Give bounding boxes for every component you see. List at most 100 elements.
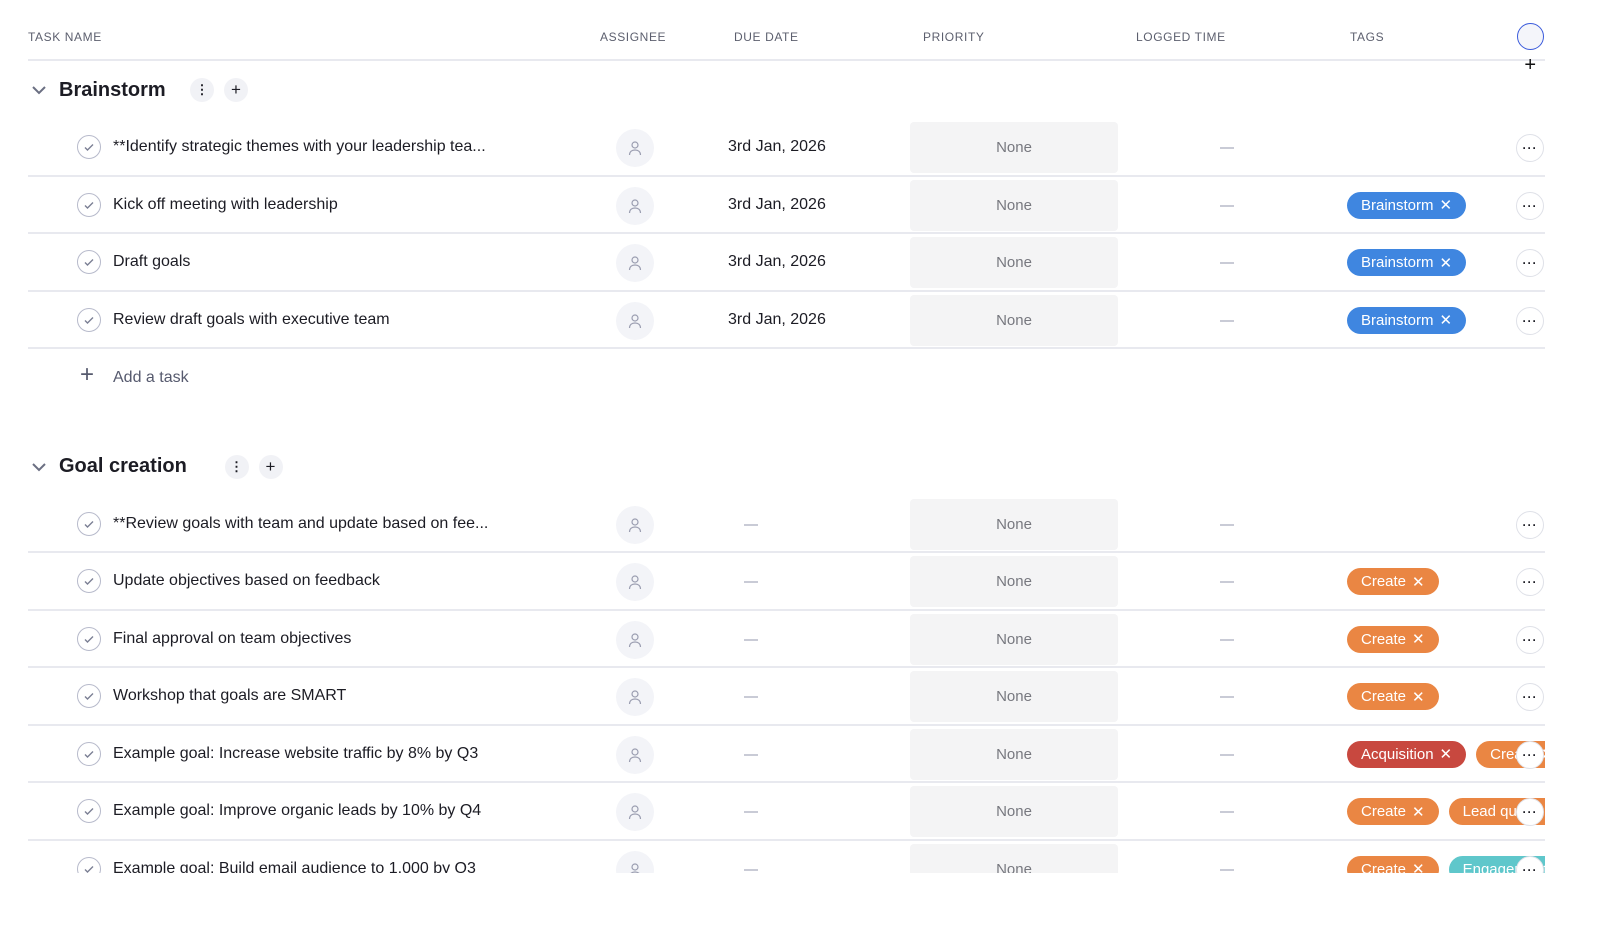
- priority-cell[interactable]: None: [910, 843, 1118, 873]
- due-date-empty[interactable]: [744, 753, 758, 756]
- tag[interactable]: Create ✕: [1347, 683, 1439, 710]
- logged-time-empty[interactable]: [1220, 204, 1234, 207]
- priority-cell[interactable]: None: [910, 786, 1118, 837]
- priority-cell[interactable]: None: [910, 122, 1118, 173]
- table-row[interactable]: Final approval on team objectives None C…: [28, 611, 1545, 668]
- group-options-button[interactable]: ⋮: [224, 454, 249, 479]
- logged-time-empty[interactable]: [1220, 523, 1234, 526]
- tag[interactable]: Brainstorm ✕: [1347, 306, 1467, 334]
- complete-checkbox[interactable]: [77, 192, 101, 217]
- priority-cell[interactable]: None: [910, 498, 1118, 550]
- table-row[interactable]: Example goal: Improve organic leads by 1…: [28, 783, 1545, 841]
- due-date[interactable]: 3rd Jan, 2026: [728, 253, 826, 271]
- complete-checkbox[interactable]: [77, 569, 101, 593]
- task-name[interactable]: **Review goals with team and update base…: [113, 515, 488, 533]
- assignee-avatar[interactable]: [616, 563, 654, 601]
- task-name[interactable]: Draft goals: [113, 253, 190, 271]
- group-add-button[interactable]: +: [258, 454, 283, 479]
- tags-cell[interactable]: Create ✕: [1347, 683, 1439, 710]
- due-date-empty[interactable]: [744, 581, 758, 583]
- priority-cell[interactable]: None: [910, 556, 1118, 607]
- complete-checkbox[interactable]: [77, 626, 101, 651]
- due-date-empty[interactable]: [744, 638, 758, 641]
- row-more-button[interactable]: ···: [1516, 191, 1544, 220]
- task-name[interactable]: Workshop that goals are SMART: [113, 687, 346, 705]
- tag[interactable]: Create ✕: [1347, 625, 1439, 653]
- task-name[interactable]: **Identify strategic themes with your le…: [113, 138, 486, 156]
- logged-time-empty[interactable]: [1220, 581, 1234, 583]
- complete-checkbox[interactable]: [77, 684, 101, 708]
- table-row[interactable]: Example goal: Build email audience to 1,…: [28, 841, 1545, 874]
- tag[interactable]: Brainstorm ✕: [1347, 249, 1467, 276]
- assignee-avatar[interactable]: [616, 244, 654, 282]
- complete-checkbox[interactable]: [77, 741, 101, 766]
- complete-checkbox[interactable]: [77, 856, 101, 873]
- logged-time-empty[interactable]: [1220, 262, 1234, 264]
- remove-tag-icon[interactable]: ✕: [1440, 745, 1453, 763]
- row-more-button[interactable]: ···: [1516, 683, 1544, 711]
- due-date[interactable]: 3rd Jan, 2026: [728, 311, 826, 329]
- table-row[interactable]: Review draft goals with executive team 3…: [28, 292, 1545, 349]
- row-more-button[interactable]: ···: [1516, 798, 1544, 826]
- chevron-down-icon[interactable]: [30, 81, 48, 99]
- due-date-empty[interactable]: [744, 696, 758, 698]
- assignee-avatar[interactable]: [616, 186, 654, 225]
- due-date-empty[interactable]: [744, 811, 758, 813]
- row-more-button[interactable]: ···: [1516, 510, 1544, 539]
- group-title[interactable]: Brainstorm: [59, 79, 166, 102]
- row-more-button[interactable]: ···: [1516, 249, 1544, 277]
- group-add-button[interactable]: +: [224, 78, 248, 102]
- col-assignee[interactable]: ASSIGNEE: [600, 30, 666, 44]
- add-task-button[interactable]: + Add a task: [28, 349, 1545, 407]
- task-name[interactable]: Kick off meeting with leadership: [113, 196, 338, 214]
- tags-cell[interactable]: Create ✕: [1347, 568, 1439, 595]
- col-due-date[interactable]: DUE DATE: [734, 30, 799, 44]
- col-tags[interactable]: TAGS: [1350, 30, 1384, 44]
- row-more-button[interactable]: ···: [1516, 740, 1544, 769]
- due-date-empty[interactable]: [744, 523, 758, 526]
- table-row[interactable]: Kick off meeting with leadership 3rd Jan…: [28, 177, 1545, 234]
- priority-cell[interactable]: None: [910, 237, 1118, 288]
- tag[interactable]: Create ✕: [1347, 568, 1439, 595]
- complete-checkbox[interactable]: [77, 307, 101, 332]
- priority-cell[interactable]: None: [910, 728, 1118, 780]
- logged-time-empty[interactable]: [1220, 696, 1234, 698]
- table-row[interactable]: Update objectives based on feedback None…: [28, 553, 1545, 611]
- due-date[interactable]: 3rd Jan, 2026: [728, 138, 826, 156]
- tag[interactable]: Create ✕: [1347, 855, 1439, 873]
- complete-checkbox[interactable]: [77, 135, 101, 159]
- col-logged-time[interactable]: LOGGED TIME: [1136, 30, 1226, 44]
- col-task-name[interactable]: TASK NAME: [28, 30, 102, 44]
- priority-cell[interactable]: None: [910, 613, 1118, 665]
- due-date-empty[interactable]: [744, 868, 758, 871]
- add-column-button[interactable]: +: [1517, 23, 1544, 76]
- group-options-button[interactable]: ⋮: [190, 78, 214, 102]
- assignee-avatar[interactable]: [616, 620, 654, 659]
- tags-cell[interactable]: Brainstorm ✕: [1347, 249, 1467, 276]
- priority-cell[interactable]: None: [910, 294, 1118, 346]
- task-name[interactable]: Review draft goals with executive team: [113, 311, 390, 329]
- table-row[interactable]: Draft goals 3rd Jan, 2026 None Brainstor…: [28, 234, 1545, 292]
- tags-cell[interactable]: Brainstorm ✕: [1347, 306, 1467, 334]
- remove-tag-icon[interactable]: ✕: [1440, 196, 1453, 214]
- logged-time-empty[interactable]: [1220, 811, 1234, 813]
- logged-time-empty[interactable]: [1220, 753, 1234, 756]
- logged-time-empty[interactable]: [1220, 868, 1234, 871]
- assignee-avatar[interactable]: [616, 301, 654, 340]
- remove-tag-icon[interactable]: ✕: [1412, 630, 1425, 648]
- assignee-avatar[interactable]: [616, 678, 654, 716]
- col-priority[interactable]: PRIORITY: [923, 30, 984, 44]
- assignee-avatar[interactable]: [616, 850, 654, 873]
- assignee-avatar[interactable]: [616, 505, 654, 544]
- task-name[interactable]: Example goal: Improve organic leads by 1…: [113, 802, 481, 820]
- task-name[interactable]: Example goal: Increase website traffic b…: [113, 745, 478, 763]
- remove-tag-icon[interactable]: ✕: [1412, 573, 1425, 591]
- due-date[interactable]: 3rd Jan, 2026: [728, 196, 826, 214]
- logged-time-empty[interactable]: [1220, 638, 1234, 641]
- chevron-down-icon[interactable]: [30, 458, 48, 476]
- tags-cell[interactable]: Create ✕: [1347, 625, 1439, 653]
- remove-tag-icon[interactable]: ✕: [1440, 311, 1453, 329]
- table-row[interactable]: **Review goals with team and update base…: [28, 496, 1545, 553]
- task-name[interactable]: Example goal: Build email audience to 1,…: [113, 860, 476, 874]
- row-more-button[interactable]: ···: [1516, 625, 1544, 654]
